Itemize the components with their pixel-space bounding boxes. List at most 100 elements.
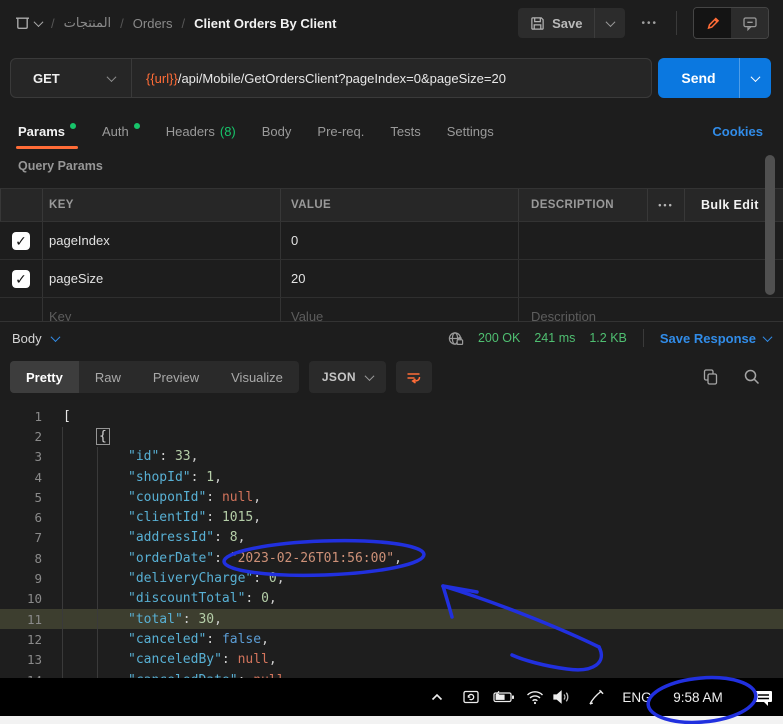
view-tab-raw[interactable]: Raw bbox=[79, 361, 137, 393]
code-line[interactable]: 3"id": 33, bbox=[0, 447, 783, 467]
chevron-down-icon bbox=[107, 72, 117, 82]
wifi-icon[interactable] bbox=[521, 678, 549, 716]
params-placeholder-row[interactable]: Key Value Description bbox=[0, 298, 783, 321]
param-checkbox[interactable]: ✓ bbox=[12, 232, 30, 250]
param-row-spacer bbox=[647, 222, 684, 259]
search-icon[interactable] bbox=[743, 368, 761, 386]
beautify-button[interactable] bbox=[396, 361, 432, 393]
tab-settings[interactable]: Settings bbox=[447, 112, 494, 150]
tab-pre-req-[interactable]: Pre-req. bbox=[317, 112, 364, 150]
chevron-down-icon[interactable] bbox=[50, 332, 60, 342]
param-value-cell[interactable]: 0 bbox=[280, 222, 518, 259]
param-description-cell[interactable] bbox=[518, 260, 647, 297]
bottom-edge-strip bbox=[0, 716, 783, 724]
collection-icon[interactable] bbox=[14, 15, 42, 31]
save-response-button[interactable]: Save Response bbox=[660, 331, 771, 346]
meta-divider bbox=[643, 329, 644, 347]
tab-headers[interactable]: Headers(8) bbox=[166, 112, 236, 150]
code-line[interactable]: 8"orderDate": "2023-02-26T01:56:00", bbox=[0, 548, 783, 568]
token-punc: , bbox=[277, 571, 285, 586]
param-description-cell[interactable] bbox=[518, 222, 647, 259]
battery-icon[interactable] bbox=[488, 678, 520, 716]
tab-params[interactable]: Params bbox=[18, 112, 76, 150]
tab-label: Tests bbox=[390, 124, 420, 139]
edit-comment-toggle bbox=[693, 7, 769, 39]
code-line[interactable]: 14"canceledDate": null, bbox=[0, 670, 783, 678]
clock[interactable]: 9:58 AM bbox=[664, 678, 732, 716]
tab-count-badge: (8) bbox=[220, 124, 236, 139]
code-line[interactable]: 5"couponId": null, bbox=[0, 487, 783, 507]
save-button[interactable]: Save bbox=[518, 16, 594, 31]
view-tab-preview[interactable]: Preview bbox=[137, 361, 215, 393]
code-line[interactable]: 7"addressId": 8, bbox=[0, 528, 783, 548]
tablet-mode-icon[interactable] bbox=[456, 678, 486, 716]
token-num: 0 bbox=[269, 571, 277, 586]
scrollbar-thumb[interactable] bbox=[765, 155, 775, 295]
pen-icon[interactable] bbox=[582, 678, 610, 716]
token-punc: : bbox=[183, 612, 199, 627]
code-line[interactable]: 13"canceledBy": null, bbox=[0, 650, 783, 670]
tab-auth[interactable]: Auth bbox=[102, 112, 140, 150]
key-placeholder[interactable]: Key bbox=[42, 298, 280, 321]
send-dropdown-button[interactable] bbox=[739, 58, 771, 98]
tab-label: Pre-req. bbox=[317, 124, 364, 139]
response-body-selector[interactable]: Body bbox=[12, 331, 42, 346]
response-header: Body 200 OK 241 ms 1.2 KB Save Response bbox=[0, 321, 783, 354]
param-row[interactable]: ✓ pageIndex0 bbox=[0, 222, 783, 260]
code-line[interactable]: 1[ bbox=[0, 406, 783, 426]
send-button[interactable]: Send bbox=[658, 70, 739, 86]
comment-button[interactable] bbox=[731, 8, 768, 38]
params-header-key: KEY bbox=[42, 189, 280, 221]
caret-down-icon bbox=[34, 17, 44, 27]
code-line[interactable]: 12"canceled": false, bbox=[0, 629, 783, 649]
language-indicator[interactable]: ENG bbox=[618, 678, 656, 716]
view-tab-visualize[interactable]: Visualize bbox=[215, 361, 299, 393]
param-key-cell[interactable]: pageSize bbox=[42, 260, 280, 297]
notification-icon[interactable] bbox=[748, 678, 780, 716]
placeholder-spacer bbox=[647, 298, 684, 321]
save-dropdown-button[interactable] bbox=[594, 8, 625, 38]
url-input[interactable]: {{url}}/api/Mobile/GetOrdersClient?pageI… bbox=[132, 71, 506, 86]
param-checkbox[interactable]: ✓ bbox=[12, 270, 30, 288]
code-line[interactable]: 4"shopId": 1, bbox=[0, 467, 783, 487]
param-row[interactable]: ✓ pageSize20 bbox=[0, 260, 783, 298]
edit-button[interactable] bbox=[694, 8, 731, 38]
tray-expand-button[interactable] bbox=[424, 678, 450, 716]
method-selector[interactable]: GET bbox=[11, 71, 131, 86]
breadcrumb-item-request[interactable]: Client Orders By Client bbox=[194, 16, 336, 31]
param-key-cell[interactable]: pageIndex bbox=[42, 222, 280, 259]
description-placeholder[interactable]: Description bbox=[518, 298, 647, 321]
tab-label: Body bbox=[262, 124, 292, 139]
copy-icon[interactable] bbox=[702, 368, 719, 386]
token-punc: : bbox=[245, 591, 261, 606]
token-punc: , bbox=[214, 470, 222, 485]
value-placeholder[interactable]: Value bbox=[280, 298, 518, 321]
token-num: 30 bbox=[198, 612, 214, 627]
status-code-badge[interactable]: 200 OK bbox=[478, 331, 520, 345]
response-body-viewer[interactable]: 1[2{3"id": 33,4"shopId": 1,5"couponId": … bbox=[0, 400, 783, 678]
breadcrumb-item-folder[interactable]: Orders bbox=[133, 16, 173, 31]
tab-body[interactable]: Body bbox=[262, 112, 292, 150]
code-line[interactable]: 2{ bbox=[0, 426, 783, 446]
view-tab-pretty[interactable]: Pretty bbox=[10, 361, 79, 393]
request-tabs: Params Auth Headers(8) Body Pre-req. Tests Set… bbox=[18, 112, 494, 150]
breadcrumb-item-collection[interactable]: المنتجات bbox=[64, 15, 112, 31]
param-value-cell[interactable]: 20 bbox=[280, 260, 518, 297]
code-line[interactable]: 6"clientId": 1015, bbox=[0, 507, 783, 527]
code-line[interactable]: 9"deliveryCharge": 0, bbox=[0, 568, 783, 588]
format-selector[interactable]: JSON bbox=[309, 361, 386, 393]
cookies-link[interactable]: Cookies bbox=[712, 112, 763, 150]
code-line[interactable]: 10"discountTotal": 0, bbox=[0, 589, 783, 609]
more-options-button[interactable]: ••• bbox=[641, 18, 658, 29]
line-number: 9 bbox=[0, 571, 42, 586]
token-punc: : bbox=[214, 530, 230, 545]
volume-icon[interactable] bbox=[546, 678, 578, 716]
response-size-badge[interactable]: 1.2 KB bbox=[589, 331, 627, 345]
token-punc: : bbox=[222, 652, 238, 667]
response-meta: 200 OK 241 ms 1.2 KB Save Response bbox=[447, 329, 771, 347]
params-more-button[interactable]: ••• bbox=[647, 189, 684, 221]
token-punc: : bbox=[206, 632, 222, 647]
code-line[interactable]: 11"total": 30, bbox=[0, 609, 783, 629]
response-time-badge[interactable]: 241 ms bbox=[534, 331, 575, 345]
tab-tests[interactable]: Tests bbox=[390, 112, 420, 150]
